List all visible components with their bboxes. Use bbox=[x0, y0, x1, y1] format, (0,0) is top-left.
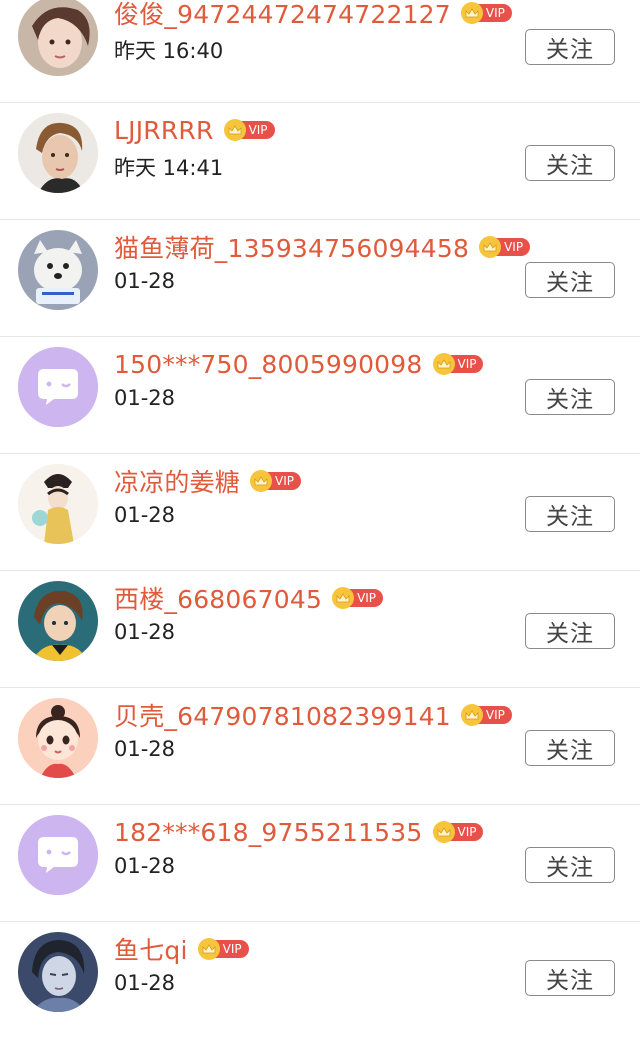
name-line: LJJRRRR VIP bbox=[114, 114, 275, 146]
list-item[interactable]: 凉凉的姜糖 VIP 01-28 关注 bbox=[0, 455, 640, 571]
vip-badge: VIP bbox=[460, 704, 512, 726]
name-line: 猫鱼薄荷_135934756094458 VIP bbox=[114, 229, 531, 265]
timestamp: 01-28 bbox=[114, 971, 176, 995]
list-item[interactable]: 贝壳_64790781082399141 VIP 01-28 关注 bbox=[0, 689, 640, 805]
user-name[interactable]: 鱼七qi bbox=[114, 931, 188, 967]
name-line: 150***750_8005990098 VIP bbox=[114, 348, 484, 380]
user-name[interactable]: 182***618_9755211535 bbox=[114, 818, 423, 847]
anime-boy-avatar[interactable] bbox=[18, 581, 98, 661]
list-item[interactable]: 150***750_8005990098 VIP 01-28 关注 bbox=[0, 338, 640, 454]
user-name[interactable]: 150***750_8005990098 bbox=[114, 350, 423, 379]
photo-girl-avatar[interactable] bbox=[18, 0, 98, 76]
list-item[interactable]: LJJRRRR VIP 昨天 14:41 关注 bbox=[0, 104, 640, 220]
vip-badge: VIP bbox=[250, 470, 301, 492]
crown-icon bbox=[197, 938, 220, 960]
follow-button[interactable]: 关注 bbox=[525, 847, 615, 883]
list-item[interactable]: 猫鱼薄荷_135934756094458 VIP 01-28 关注 bbox=[0, 221, 640, 337]
timestamp: 昨天 16:40 bbox=[114, 39, 224, 63]
follow-button[interactable]: 关注 bbox=[525, 262, 615, 298]
name-line: 鱼七qi VIP bbox=[114, 933, 249, 965]
timestamp: 01-28 bbox=[114, 737, 176, 761]
user-name[interactable]: 凉凉的姜糖 bbox=[114, 463, 240, 499]
timestamp: 01-28 bbox=[114, 503, 176, 527]
name-line: 西楼_668067045 VIP bbox=[114, 580, 384, 616]
vip-badge: VIP bbox=[432, 353, 484, 375]
timestamp: 01-28 bbox=[114, 854, 176, 878]
user-name[interactable]: 俊俊_94724472474722127 bbox=[114, 0, 451, 31]
user-name[interactable]: LJJRRRR bbox=[114, 116, 214, 145]
name-line: 贝壳_64790781082399141 VIP bbox=[114, 699, 512, 731]
list-item[interactable]: 鱼七qi VIP 01-28 关注 bbox=[0, 923, 640, 1039]
list-item[interactable]: 182***618_9755211535 VIP 01-28 关注 bbox=[0, 806, 640, 922]
vip-badge: VIP bbox=[223, 119, 275, 141]
follow-button[interactable]: 关注 bbox=[525, 145, 615, 181]
user-name[interactable]: 西楼_668067045 bbox=[114, 580, 322, 616]
follow-button[interactable]: 关注 bbox=[525, 379, 615, 415]
follow-button[interactable]: 关注 bbox=[525, 29, 615, 65]
vip-badge: VIP bbox=[432, 821, 484, 843]
list-item[interactable]: 西楼_668067045 VIP 01-28 关注 bbox=[0, 572, 640, 688]
user-list: 俊俊_94724472474722127 VIP 昨天 16:40 关注 LJJ… bbox=[0, 0, 640, 1044]
vip-badge: VIP bbox=[197, 938, 249, 960]
crown-icon bbox=[223, 119, 246, 141]
vip-badge: VIP bbox=[479, 236, 531, 258]
crown-icon bbox=[432, 821, 455, 843]
anime-man-avatar[interactable] bbox=[18, 932, 98, 1012]
timestamp: 01-28 bbox=[114, 269, 176, 293]
timestamp: 昨天 14:41 bbox=[114, 156, 224, 180]
timestamp: 01-28 bbox=[114, 620, 176, 644]
illustrated-lady-avatar[interactable] bbox=[18, 464, 98, 544]
crown-icon bbox=[432, 353, 455, 375]
photo-woman-avatar[interactable] bbox=[18, 113, 98, 193]
user-name[interactable]: 贝壳_64790781082399141 bbox=[114, 697, 451, 733]
follow-button[interactable]: 关注 bbox=[525, 730, 615, 766]
crown-icon bbox=[250, 470, 273, 492]
vip-badge: VIP bbox=[332, 587, 384, 609]
name-line: 俊俊_94724472474722127 VIP bbox=[114, 0, 512, 29]
follow-button[interactable]: 关注 bbox=[525, 613, 615, 649]
crown-icon bbox=[332, 587, 355, 609]
photo-dog-avatar[interactable] bbox=[18, 230, 98, 310]
vip-badge: VIP bbox=[460, 2, 512, 24]
follow-button[interactable]: 关注 bbox=[525, 496, 615, 532]
crown-icon bbox=[479, 236, 502, 258]
default-chat-avatar[interactable] bbox=[18, 347, 98, 427]
follow-button[interactable]: 关注 bbox=[525, 960, 615, 996]
user-name[interactable]: 猫鱼薄荷_135934756094458 bbox=[114, 229, 469, 265]
crown-icon bbox=[460, 2, 483, 24]
crown-icon bbox=[460, 704, 483, 726]
name-line: 凉凉的姜糖 VIP bbox=[114, 465, 301, 497]
default-chat-avatar[interactable] bbox=[18, 815, 98, 895]
timestamp: 01-28 bbox=[114, 386, 176, 410]
list-item[interactable]: 俊俊_94724472474722127 VIP 昨天 16:40 关注 bbox=[0, 0, 640, 103]
name-line: 182***618_9755211535 VIP bbox=[114, 816, 484, 848]
cartoon-girl-avatar[interactable] bbox=[18, 698, 98, 778]
